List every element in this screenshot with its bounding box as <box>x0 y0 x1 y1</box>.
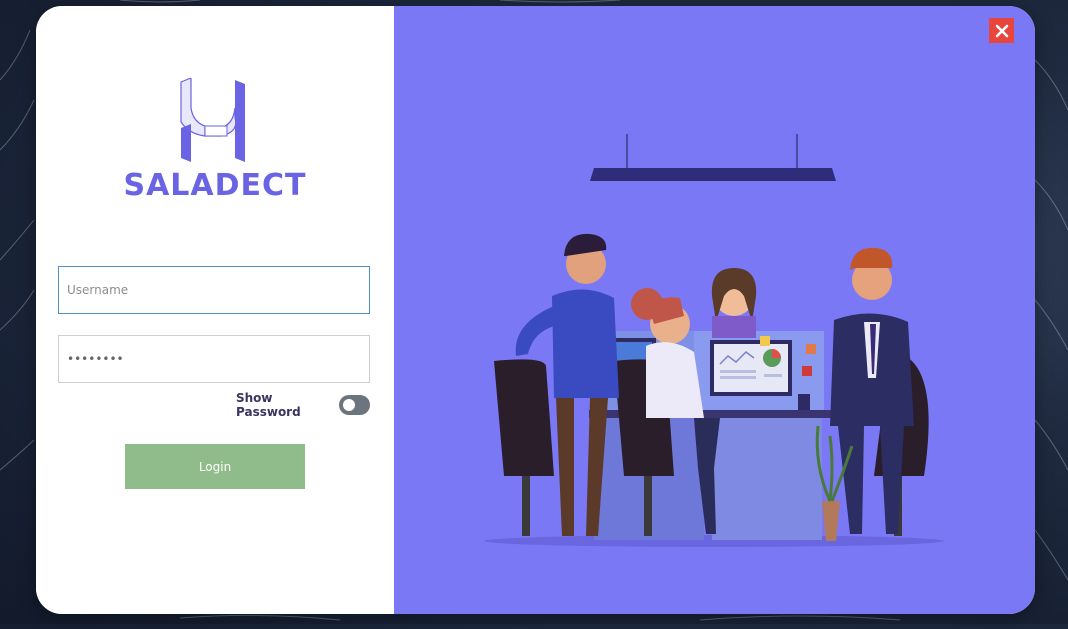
show-password-row: Show Password <box>236 391 370 419</box>
toggle-knob <box>342 399 355 411</box>
saladect-h-logo-icon <box>180 78 245 162</box>
password-input[interactable] <box>58 335 370 383</box>
office-team-illustration <box>484 134 944 547</box>
login-window: SALADECT Show Password Login <box>36 6 1035 614</box>
username-input[interactable] <box>58 266 370 314</box>
show-password-toggle[interactable] <box>338 395 370 415</box>
illustration-panel <box>394 6 1035 614</box>
brand-name: SALADECT <box>123 168 307 203</box>
close-button[interactable] <box>989 18 1014 43</box>
login-button[interactable]: Login <box>125 444 305 489</box>
show-password-label: Show Password <box>236 391 301 419</box>
login-panel: SALADECT Show Password Login <box>36 6 394 614</box>
close-icon <box>995 24 1008 37</box>
